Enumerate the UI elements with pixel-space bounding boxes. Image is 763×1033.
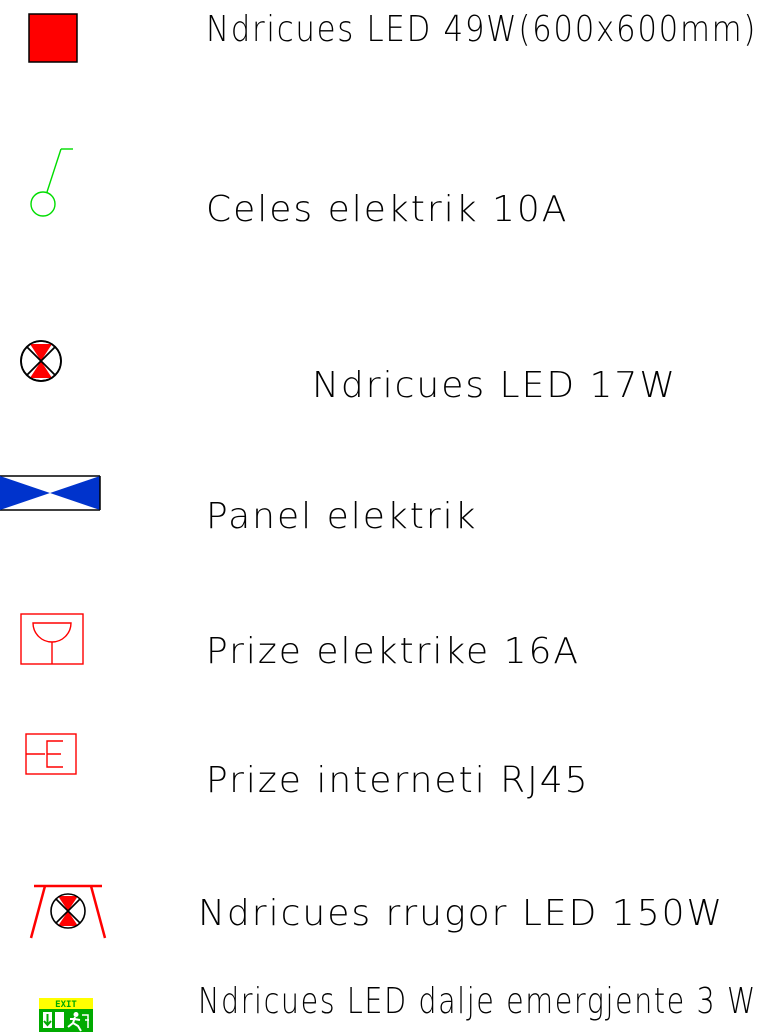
legend-row-network-socket: Prize interneti RJ45: [0, 725, 763, 815]
electric-panel-icon: [0, 475, 101, 511]
legend-row-street-light: Ndricues rrugor LED 150W: [0, 880, 763, 960]
legend-label: Celes elektrik 10A: [206, 189, 569, 230]
legend-label: Ndricues LED dalje emergjente 3 W: [198, 981, 757, 1022]
power-socket-icon: [20, 613, 84, 665]
legend-label: Prize interneti RJ45: [206, 760, 590, 801]
light-switch-icon: [30, 148, 73, 217]
legend-row-led-panel: Ndricues LED 49W(600x600mm): [0, 0, 763, 80]
led-round-light-icon: [20, 340, 62, 382]
legend-label: Panel elektrik: [206, 496, 478, 537]
street-light-icon: [29, 884, 107, 939]
legend-label: Ndricues rrugor LED 150W: [198, 893, 725, 934]
legend-row-emergency-exit: EXIT Ndricues LED dalje emergjente 3 W: [0, 970, 763, 1033]
legend-label: Prize elektrike 16A: [206, 631, 581, 672]
emergency-exit-light-icon: EXIT: [39, 998, 93, 1032]
led-panel-square-icon: [28, 13, 78, 63]
legend-row-power-socket: Prize elektrike 16A: [0, 600, 763, 690]
legend-row-led-round: Ndricues LED 17W: [0, 330, 763, 410]
exit-sign-text: EXIT: [55, 1000, 77, 1010]
network-socket-icon: [25, 733, 77, 775]
legend-row-switch: Celes elektrik 10A: [0, 130, 763, 240]
legend-label: Ndricues LED 49W(600x600mm): [206, 9, 758, 50]
legend-label: Ndricues LED 17W: [312, 365, 677, 406]
legend-row-electric-panel: Panel elektrik: [0, 465, 763, 555]
legend: Ndricues LED 49W(600x600mm) Celes elektr…: [0, 0, 763, 1033]
